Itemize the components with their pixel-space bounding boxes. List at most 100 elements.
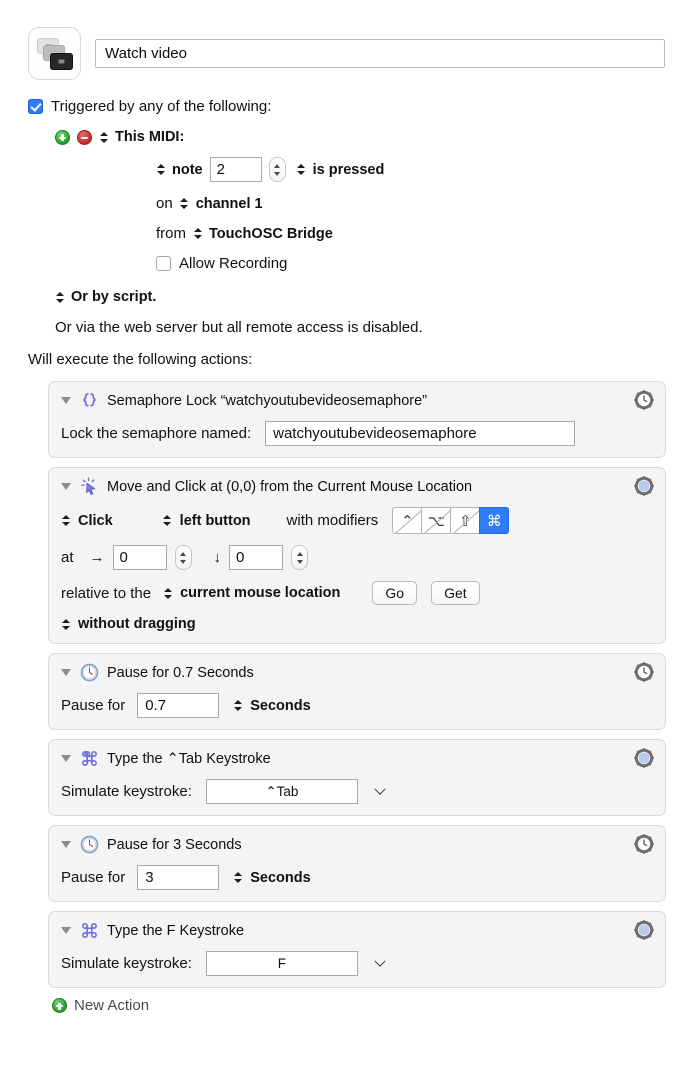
chevron-updown-icon[interactable] bbox=[156, 162, 165, 178]
allow-recording-label: Allow Recording bbox=[179, 255, 288, 272]
chevron-updown-icon[interactable] bbox=[61, 616, 70, 632]
relative-target-value: current mouse location bbox=[180, 585, 341, 601]
command-modifier-button[interactable]: ⌘ bbox=[479, 507, 510, 534]
y-coordinate-input[interactable]: 0 bbox=[229, 545, 284, 570]
gear-clock-icon[interactable] bbox=[633, 389, 655, 411]
x-arrow-icon: → bbox=[89, 549, 105, 566]
clock-icon bbox=[80, 663, 99, 682]
mouse-click-icon bbox=[81, 477, 96, 495]
actions-intro-row: Will execute the following actions: bbox=[28, 351, 666, 368]
mouse-button-value: left button bbox=[179, 512, 251, 529]
triggered-by-checkbox[interactable] bbox=[28, 99, 43, 114]
chevron-updown-icon[interactable] bbox=[61, 513, 70, 529]
action-body: Pause for 0.7 Seconds bbox=[49, 693, 665, 718]
chevron-updown-icon[interactable] bbox=[180, 196, 189, 212]
midi-channel-row: on channel 1 bbox=[156, 195, 666, 212]
action-header: Type the F Keystroke bbox=[49, 919, 665, 940]
gear-clock-icon[interactable] bbox=[633, 661, 655, 683]
get-button-label: Get bbox=[444, 585, 467, 601]
option-modifier-button[interactable]: ⌥ bbox=[421, 507, 452, 534]
y-arrow-icon: ↓ bbox=[213, 549, 222, 566]
web-server-label: Or via the web server but all remote acc… bbox=[55, 319, 423, 336]
macro-title-value: Watch video bbox=[105, 45, 187, 62]
disclosure-triangle-icon[interactable] bbox=[61, 841, 71, 848]
trigger-type-label: This MIDI: bbox=[115, 129, 185, 145]
action-title: Move and Click at (0,0) from the Current… bbox=[107, 478, 473, 495]
gear-blue-icon[interactable] bbox=[633, 475, 655, 497]
add-trigger-button[interactable] bbox=[55, 129, 70, 145]
chevron-updown-icon[interactable] bbox=[99, 129, 108, 145]
chevron-down-icon[interactable] bbox=[374, 785, 387, 798]
keystroke-input[interactable]: ⌃Tab bbox=[205, 779, 358, 804]
plus-circle-icon bbox=[52, 998, 67, 1013]
action-title: Type the ⌃Tab Keystroke bbox=[107, 750, 271, 767]
actions-intro-label: Will execute the following actions: bbox=[28, 351, 253, 368]
chevron-updown-icon[interactable] bbox=[233, 870, 242, 886]
shift-modifier-button[interactable]: ⇧ bbox=[450, 507, 481, 534]
chevron-updown-icon[interactable] bbox=[163, 585, 172, 601]
chevron-updown-icon[interactable] bbox=[55, 289, 64, 305]
action-pause-three[interactable]: Pause for 3 Seconds Pause for 3 Seconds bbox=[48, 825, 666, 902]
action-pause-point-seven[interactable]: Pause for 0.7 Seconds Pause for 0.7 Seco… bbox=[48, 653, 666, 730]
get-button[interactable]: Get bbox=[431, 581, 480, 605]
go-button-label: Go bbox=[385, 585, 405, 601]
pause-unit-value: Seconds bbox=[250, 697, 311, 714]
go-button[interactable]: Go bbox=[372, 581, 418, 605]
action-header: Semaphore Lock “watchyoutubevideosemapho… bbox=[49, 389, 665, 410]
macro-stack-icon[interactable] bbox=[28, 27, 81, 80]
y-coordinate-stepper[interactable] bbox=[291, 545, 309, 570]
pause-for-label: Pause for bbox=[61, 697, 126, 714]
gear-clock-icon[interactable] bbox=[633, 833, 655, 855]
chevron-updown-icon[interactable] bbox=[163, 513, 172, 529]
disclosure-triangle-icon[interactable] bbox=[61, 755, 71, 762]
midi-state-label: is pressed bbox=[312, 161, 385, 178]
action-type-control-tab[interactable]: Type the ⌃Tab Keystroke Simulate keystro… bbox=[48, 739, 666, 816]
allow-recording-row: Allow Recording bbox=[156, 255, 666, 272]
click-action-value: Click bbox=[78, 512, 113, 529]
keystroke-input[interactable]: F bbox=[205, 951, 358, 976]
pause-duration-input[interactable]: 3 bbox=[137, 865, 220, 890]
action-title: Type the F Keystroke bbox=[107, 922, 245, 939]
semaphore-name-input[interactable]: watchyoutubevideosemaphore bbox=[265, 421, 576, 446]
action-header: Move and Click at (0,0) from the Current… bbox=[49, 475, 665, 496]
action-body: Simulate keystroke: F bbox=[49, 951, 665, 976]
keystroke-value: F bbox=[277, 956, 287, 971]
pause-duration-input[interactable]: 0.7 bbox=[137, 693, 220, 718]
triggered-by-label: Triggered by any of the following: bbox=[51, 98, 272, 115]
macro-title-input[interactable]: Watch video bbox=[95, 39, 665, 68]
or-by-script-label: Or by script. bbox=[71, 289, 157, 305]
pause-duration-value: 0.7 bbox=[145, 697, 167, 714]
chevron-updown-icon[interactable] bbox=[297, 162, 306, 178]
chevron-updown-icon[interactable] bbox=[233, 698, 242, 714]
midi-note-stepper[interactable] bbox=[268, 157, 286, 182]
gear-blue-icon[interactable] bbox=[633, 747, 655, 769]
keystroke-row: Simulate keystroke: ⌃Tab bbox=[61, 779, 653, 804]
action-semaphore-lock[interactable]: Semaphore Lock “watchyoutubevideosemapho… bbox=[48, 381, 666, 458]
midi-note-row: note 2 is pressed bbox=[156, 157, 666, 182]
gear-blue-icon[interactable] bbox=[633, 919, 655, 941]
action-title: Pause for 0.7 Seconds bbox=[107, 664, 254, 681]
midi-note-input[interactable]: 2 bbox=[209, 157, 262, 182]
disclosure-triangle-icon[interactable] bbox=[61, 397, 71, 404]
semaphore-name-label: Lock the semaphore named: bbox=[61, 425, 252, 442]
x-coordinate-input[interactable]: 0 bbox=[112, 545, 167, 570]
disclosure-triangle-icon[interactable] bbox=[61, 669, 71, 676]
command-key-icon bbox=[82, 923, 97, 938]
allow-recording-checkbox[interactable] bbox=[156, 256, 171, 271]
action-body: Lock the semaphore named: watchyoutubevi… bbox=[49, 421, 665, 446]
simulate-keystroke-label: Simulate keystroke: bbox=[61, 955, 192, 972]
x-coordinate-stepper[interactable] bbox=[174, 545, 192, 570]
pause-duration-row: Pause for 3 Seconds bbox=[61, 865, 653, 890]
coordinates-row: at → 0 ↓ 0 bbox=[61, 545, 653, 570]
keystroke-value: ⌃Tab bbox=[265, 783, 299, 799]
new-action-button[interactable]: New Action bbox=[52, 997, 666, 1014]
chevron-down-icon[interactable] bbox=[374, 957, 387, 970]
control-modifier-button[interactable]: ⌃ bbox=[392, 507, 423, 534]
disclosure-triangle-icon[interactable] bbox=[61, 927, 71, 934]
disclosure-triangle-icon[interactable] bbox=[61, 483, 71, 490]
action-header: Type the ⌃Tab Keystroke bbox=[49, 747, 665, 768]
action-move-and-click[interactable]: Move and Click at (0,0) from the Current… bbox=[48, 467, 666, 644]
remove-trigger-button[interactable] bbox=[77, 129, 92, 145]
action-type-f[interactable]: Type the F Keystroke Simulate keystroke:… bbox=[48, 911, 666, 988]
chevron-updown-icon[interactable] bbox=[193, 226, 202, 242]
